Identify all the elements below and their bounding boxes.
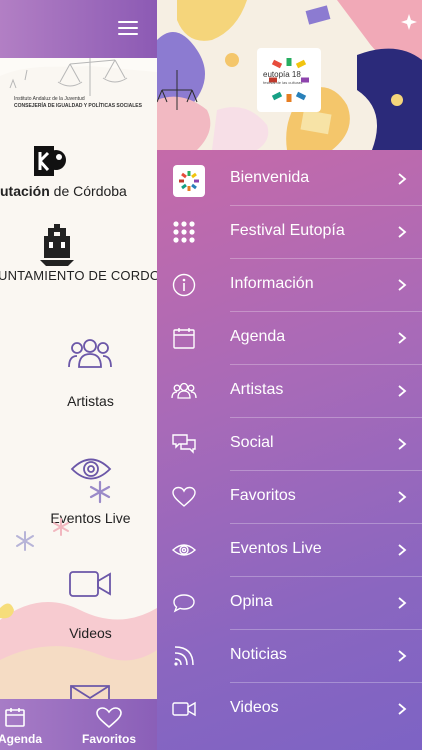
menu-item-eventos-live-label: Eventos Live xyxy=(230,540,322,557)
heart-icon xyxy=(172,486,196,507)
ayuntamiento-shield-icon xyxy=(40,224,74,266)
chevron-right-icon xyxy=(398,385,407,397)
nav-videos[interactable]: Videos xyxy=(0,566,157,656)
menu-item-artistas[interactable]: Artistas xyxy=(157,365,422,418)
institution-line-2: CONSEJERÍA DE IGUALDAD Y POLÍTICAS SOCIA… xyxy=(14,103,142,109)
people-icon xyxy=(68,339,112,368)
menu-item-noticias-label: Noticias xyxy=(230,646,287,663)
eutopia-logo-subtext: festival de las culturas xyxy=(263,80,303,85)
eye-icon xyxy=(70,458,112,504)
menu-item-videos[interactable]: Videos xyxy=(157,683,422,736)
calendar-icon xyxy=(5,708,25,727)
menu-item-eventos-live[interactable]: Eventos Live xyxy=(157,524,422,577)
drawer-header-illustration: eutopía 18 festival de las culturas xyxy=(157,0,422,150)
diputacion-text-bold: utación xyxy=(0,183,50,199)
diputacion-text: de Córdoba xyxy=(49,183,127,199)
ayuntamiento-text: UNTAMIENTO DE CORDOBA xyxy=(0,268,157,283)
info-icon xyxy=(172,273,196,297)
chevron-right-icon xyxy=(398,544,407,556)
menu-item-festival-eutopia-label: Festival Eutopía xyxy=(230,222,345,239)
chevron-right-icon xyxy=(398,279,407,291)
diputacion-emblem-icon xyxy=(34,146,66,176)
side-drawer: eutopía 18 festival de las culturas Bien… xyxy=(157,0,422,750)
grid-dots-icon xyxy=(173,221,195,243)
menu-item-informacion-label: Información xyxy=(230,275,314,292)
tab-agenda[interactable]: Agenda xyxy=(0,699,50,750)
people-icon xyxy=(171,382,197,399)
speech-bubble-icon xyxy=(173,594,195,613)
chevron-right-icon xyxy=(398,703,407,715)
chevron-right-icon xyxy=(398,650,407,662)
bottom-tab-bar: Agenda Favoritos xyxy=(0,699,157,750)
rss-icon xyxy=(174,646,194,666)
tab-agenda-label: Agenda xyxy=(0,732,42,746)
tab-favoritos[interactable]: Favoritos xyxy=(78,699,140,750)
calendar-icon xyxy=(173,328,195,349)
app-logo-icon xyxy=(173,165,205,197)
sparkle-decoration xyxy=(53,518,69,536)
chevron-right-icon xyxy=(398,597,407,609)
chevron-right-icon xyxy=(398,332,407,344)
menu-item-videos-label: Videos xyxy=(230,699,279,716)
menu-item-opina[interactable]: Opina xyxy=(157,577,422,630)
nav-artistas-label: Artistas xyxy=(67,393,114,409)
video-camera-icon xyxy=(172,701,196,717)
sparkle-decoration xyxy=(16,531,34,551)
chevron-right-icon xyxy=(398,226,407,238)
menu-item-agenda[interactable]: Agenda xyxy=(157,312,422,365)
chevron-right-icon xyxy=(398,491,407,503)
drawer-menu-list: Bienvenida Festival Eutopía Información xyxy=(157,150,422,750)
nav-eventos-live-label: Eventos Live xyxy=(50,510,131,526)
hamburger-menu-button[interactable] xyxy=(115,18,141,40)
app-header xyxy=(0,0,157,58)
menu-item-informacion[interactable]: Información xyxy=(157,259,422,312)
menu-item-agenda-label: Agenda xyxy=(230,328,286,345)
ayuntamiento-logo: UNTAMIENTO DE CORDOBA xyxy=(0,222,157,288)
menu-item-artistas-label: Artistas xyxy=(230,381,284,398)
menu-item-social[interactable]: Social xyxy=(157,418,422,471)
hamburger-bar xyxy=(118,27,138,29)
heart-icon xyxy=(96,707,122,729)
menu-item-favoritos-label: Favoritos xyxy=(230,487,296,504)
chevron-right-icon xyxy=(398,438,407,450)
menu-item-favoritos[interactable]: Favoritos xyxy=(157,471,422,524)
eutopia-logo-text: eutopía 18 xyxy=(263,70,301,79)
eutopia-logo: eutopía 18 festival de las culturas xyxy=(257,48,321,112)
menu-item-bienvenida-label: Bienvenida xyxy=(230,169,310,186)
chat-bubbles-icon xyxy=(172,434,196,454)
nav-videos-label: Videos xyxy=(69,625,112,641)
menu-item-social-label: Social xyxy=(230,434,274,451)
menu-item-bienvenida[interactable]: Bienvenida xyxy=(157,153,422,206)
nav-artistas[interactable]: Artistas xyxy=(0,335,157,425)
diputacion-logo: utación de Córdoba xyxy=(0,140,157,204)
tab-favoritos-label: Favoritos xyxy=(81,732,136,746)
hamburger-bar xyxy=(118,21,138,23)
main-page-behind: Instituto Andaluz de la Juventud CONSEJE… xyxy=(0,0,157,750)
institution-line-1: Instituto Andaluz de la Juventud xyxy=(14,96,85,102)
menu-item-noticias[interactable]: Noticias xyxy=(157,630,422,683)
eye-icon xyxy=(171,544,197,556)
menu-item-festival-eutopia[interactable]: Festival Eutopía xyxy=(157,206,422,259)
hamburger-bar xyxy=(118,33,138,35)
nav-eventos-live[interactable]: Eventos Live xyxy=(0,450,157,540)
video-camera-icon xyxy=(69,571,111,597)
chevron-right-icon xyxy=(398,173,407,185)
envelope-icon xyxy=(70,685,110,699)
menu-item-opina-label: Opina xyxy=(230,593,273,610)
